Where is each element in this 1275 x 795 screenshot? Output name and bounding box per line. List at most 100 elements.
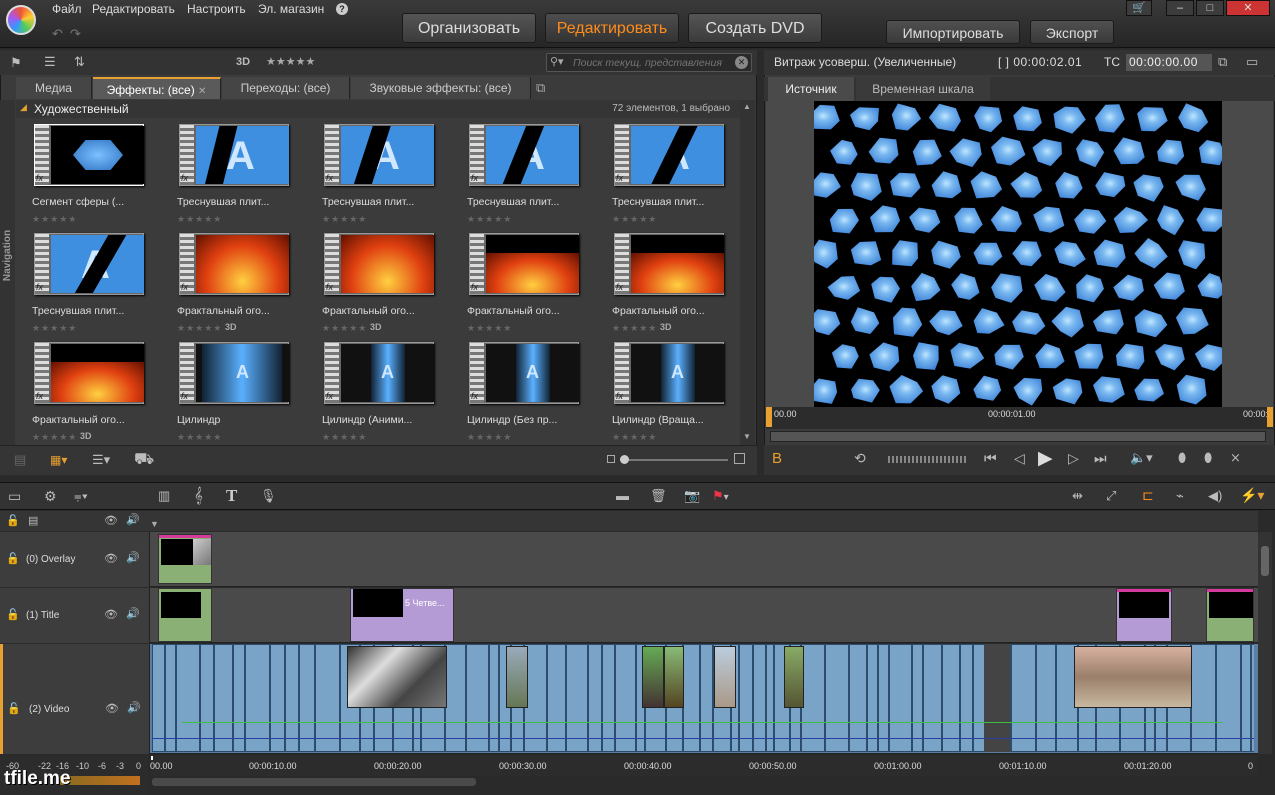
eye-icon[interactable]: 👁 (104, 552, 118, 565)
scroll-up-icon[interactable]: ▲ (743, 102, 751, 111)
rating-stars[interactable]: ★★★★★ (32, 323, 77, 334)
magnet-icon[interactable]: ⊏ (1142, 487, 1154, 504)
close-button[interactable]: ✕ (1226, 0, 1270, 16)
menu-edit[interactable]: Редактировать (92, 2, 175, 16)
video-clip[interactable] (176, 644, 200, 752)
mark-in-icon[interactable]: ⬮ (1178, 450, 1186, 466)
playhead-icon[interactable]: ▼ (150, 519, 159, 529)
import-button[interactable]: Импортировать (886, 20, 1020, 44)
speaker-icon[interactable]: 🔊 (126, 607, 140, 620)
storyboard-icon[interactable]: ▭ (8, 488, 21, 505)
scrubber-ruler[interactable]: 00.00 00:00:01.00 00:00:0 (766, 407, 1273, 429)
effect-tile[interactable]: fxA Треснувшая плит... ★★★★★ (467, 124, 587, 232)
list-options-icon[interactable]: ☰ (44, 54, 56, 70)
fullscreen-icon[interactable]: ▭ (1246, 54, 1258, 70)
undo-icon[interactable]: ↶ (52, 26, 63, 42)
music-icon[interactable]: 𝄞 (194, 487, 203, 504)
video-clip[interactable] (233, 644, 245, 752)
menu-store[interactable]: Эл. магазин (258, 2, 324, 16)
close-tab-icon[interactable]: ✕ (198, 86, 206, 97)
video-clip[interactable] (489, 644, 499, 752)
video-clip[interactable] (942, 644, 960, 752)
video-clip[interactable] (1216, 644, 1241, 752)
effect-tile[interactable]: fx Фрактальный ого... ★★★★★ 3D (177, 233, 297, 341)
help-icon[interactable]: ? (336, 3, 348, 15)
timecode-input[interactable]: 00:00:00.00 (1126, 54, 1212, 71)
menu-settings[interactable]: Настроить (187, 2, 246, 16)
lock-icon[interactable]: 🔓 (7, 702, 21, 715)
scrub-mark-out[interactable] (1267, 407, 1273, 427)
video-clip[interactable] (766, 644, 774, 752)
export-button[interactable]: Экспорт (1030, 20, 1114, 44)
zoom-slider-thumb[interactable] (620, 455, 629, 464)
sort-icon[interactable]: ⇅ (74, 54, 85, 70)
video-clip[interactable] (801, 644, 825, 752)
video-clip[interactable] (152, 644, 165, 752)
title-clip[interactable] (1206, 588, 1254, 642)
effect-tile[interactable]: fx Фрактальный ого... ★★★★★ 3D (32, 342, 152, 444)
cart-icon[interactable]: 🛒 (1126, 0, 1152, 16)
search-box[interactable]: ⚲▾ ✕ (546, 53, 752, 72)
rating-stars[interactable]: ★★★★★ (612, 323, 657, 334)
shuttle-bar[interactable] (770, 431, 1266, 442)
timeline-vscroll[interactable] (1258, 532, 1272, 754)
tab-timeline[interactable]: Временная шкала (856, 77, 990, 101)
tab-source[interactable]: Источник (768, 77, 854, 101)
rating-stars[interactable]: ★★★★★ (177, 323, 222, 334)
rating-stars[interactable]: ★★★★★ (32, 214, 77, 225)
video-clip[interactable] (878, 644, 889, 752)
lock-icon[interactable]: 🔓 (6, 552, 20, 565)
go-to-end-icon[interactable]: ⏭ (1094, 450, 1107, 467)
video-clip[interactable] (912, 644, 923, 752)
rating-filter[interactable]: ★★★★★ (266, 55, 315, 68)
ripple-icon[interactable]: ⇹ (1072, 488, 1083, 504)
rating-stars[interactable]: ★★★★★ (467, 432, 512, 443)
rating-stars[interactable]: ★★★★★ (322, 432, 367, 443)
video-clip[interactable] (1241, 644, 1251, 752)
video-clip[interactable] (1011, 644, 1036, 752)
video-clip[interactable] (739, 644, 753, 752)
eye-all-icon[interactable]: 👁 (104, 514, 118, 527)
external-view-icon[interactable]: ⧉ (1218, 54, 1227, 70)
maximize-button[interactable]: □ (1196, 0, 1224, 16)
tab-organize[interactable]: Организовать (402, 13, 536, 43)
effect-tile[interactable]: fx A Цилиндр (Враща... ★★★★★ (612, 342, 732, 444)
step-forward-icon[interactable]: ▷ (1068, 450, 1079, 467)
title-icon[interactable]: T (226, 486, 237, 506)
redo-icon[interactable]: ↷ (70, 26, 81, 42)
overlay-clip[interactable] (158, 534, 212, 584)
effect-tile[interactable]: fxA Треснувшая плит... ★★★★★ (612, 124, 732, 232)
video-clip[interactable] (923, 644, 942, 752)
tab-sound-effects[interactable]: Звуковые эффекты: (все) (351, 77, 531, 99)
split-icon[interactable]: ▬ (616, 488, 629, 503)
video-clip[interactable] (960, 644, 973, 752)
video-clip[interactable] (753, 644, 766, 752)
zoom-slider[interactable] (620, 455, 728, 464)
effect-tile[interactable]: fx A Цилиндр (Без пр... ★★★★★ (467, 342, 587, 444)
track-name[interactable]: (2) Video (29, 704, 69, 715)
list-view-icon[interactable]: ☰▾ (92, 452, 110, 468)
video-clip[interactable] (245, 644, 270, 752)
title-clip-text[interactable]: 5 Четве... (350, 588, 454, 642)
marker-icon[interactable]: ⚑▾ (712, 488, 729, 504)
audio-icon[interactable]: ◀) (1208, 488, 1222, 504)
rating-stars[interactable]: ★★★★★ (177, 214, 222, 225)
rating-stars[interactable]: ★★★★★ (612, 214, 657, 225)
playhead[interactable] (151, 756, 153, 760)
video-clip[interactable] (867, 644, 878, 752)
rating-stars[interactable]: ★★★★★ (467, 323, 512, 334)
effect-tile[interactable]: fx Сегмент сферы (... ★★★★★ (32, 124, 152, 232)
video-clip[interactable] (615, 644, 636, 752)
timeline-settings-icon[interactable]: ⚙ (44, 488, 57, 505)
eye-icon[interactable]: 👁 (104, 608, 118, 621)
timeline-ruler[interactable]: 00.00 00:00:10.00 00:00:20.00 00:00:30.00 00… (150, 756, 1258, 776)
navigation-sidebar[interactable]: Navigation (0, 100, 15, 445)
video-clip[interactable] (315, 644, 340, 752)
video-clip[interactable] (165, 644, 176, 752)
video-clip[interactable] (285, 644, 299, 752)
search-input[interactable] (573, 55, 733, 70)
video-clip[interactable] (1251, 644, 1254, 752)
tab-media[interactable]: Медиа (16, 77, 92, 99)
category-header[interactable]: ◢ Художественный 72 элементов, 1 выбрано (16, 100, 740, 118)
video-clip[interactable] (466, 644, 489, 752)
